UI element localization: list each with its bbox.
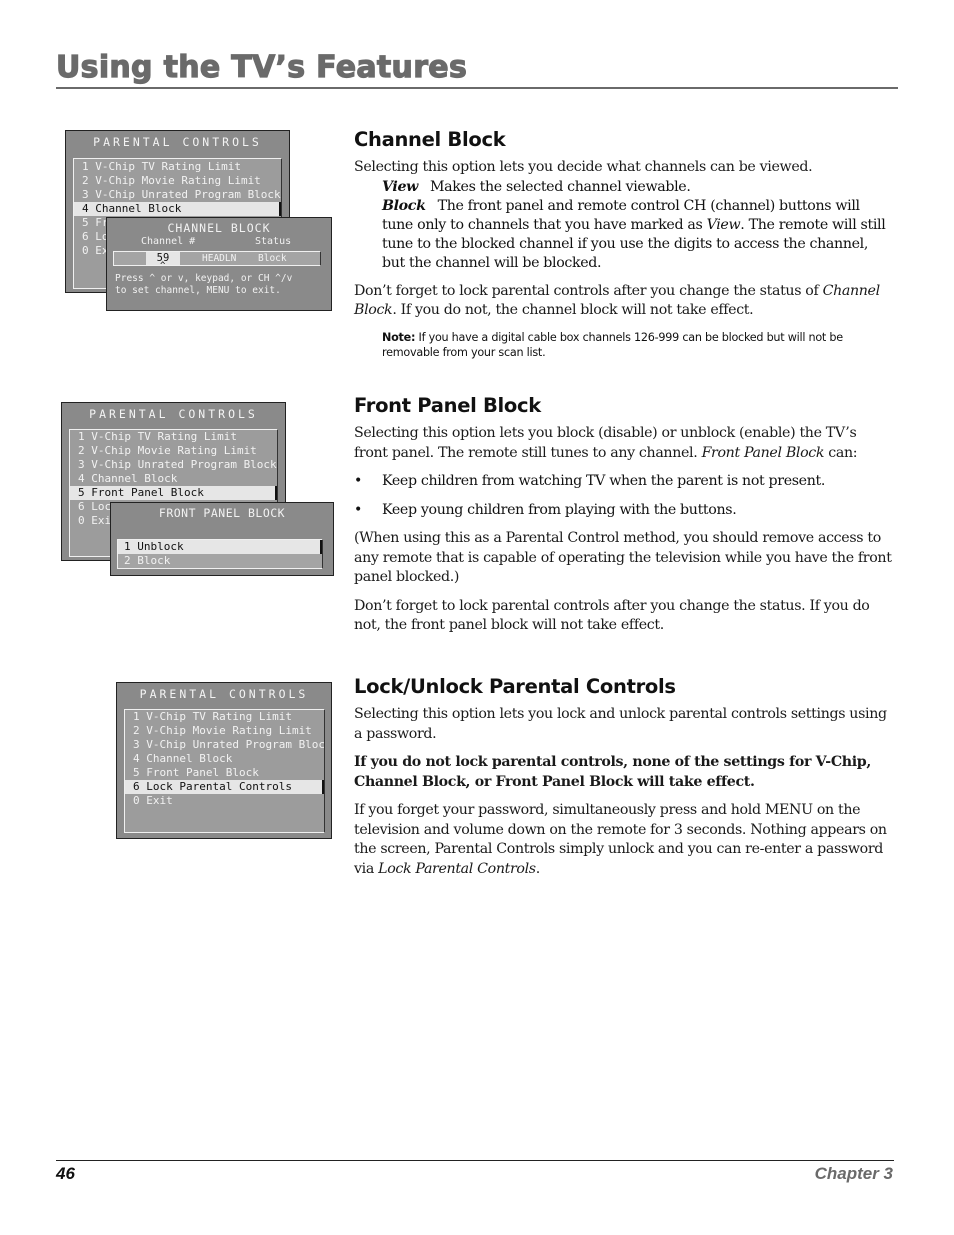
note-label: Note: bbox=[382, 330, 416, 344]
text: Don’t forget to lock parental controls a… bbox=[354, 282, 823, 299]
section-heading: Front Panel Block bbox=[354, 394, 541, 417]
note: Note: If you have a digital cable box ch… bbox=[382, 330, 894, 361]
osd-menu-item[interactable]: 5 Front Panel Block bbox=[125, 766, 324, 780]
text: . If you do not, the channel block will … bbox=[392, 302, 754, 318]
page-number: 46 bbox=[56, 1164, 75, 1183]
text-italic: Front Panel Block bbox=[701, 444, 825, 461]
definition-block: Block The front panel and remote control … bbox=[354, 197, 894, 273]
text: can: bbox=[824, 444, 858, 461]
osd-help-line: Press ^ or v, keypad, or CH ^/v bbox=[115, 273, 293, 284]
paragraph: Don’t forget to lock parental controls a… bbox=[354, 597, 870, 634]
osd-submenu-title: FRONT PANEL BLOCK bbox=[158, 506, 286, 520]
osd-menu-item-selected[interactable]: 6 Lock Parental Controls bbox=[125, 780, 324, 794]
text-italic: Lock Parental Controls bbox=[378, 860, 536, 877]
osd-menu-item-selected[interactable]: 5 Front Panel Block bbox=[70, 486, 277, 500]
footer-rule bbox=[56, 1160, 894, 1161]
section-channel-block: Channel Block Selecting this option lets… bbox=[354, 128, 894, 361]
osd-help-text: Press ^ or v, keypad, or CH ^/v to set ch… bbox=[115, 273, 292, 297]
paragraph: Selecting this option lets you decide wh… bbox=[354, 159, 813, 175]
section-front-panel-block: Front Panel Block Selecting this option … bbox=[354, 394, 894, 636]
text: . bbox=[535, 860, 541, 877]
osd-front-panel-submenu: FRONT PANEL BLOCK 1 Unblock 2 Block bbox=[110, 502, 334, 576]
osd-menu-item[interactable]: 3 V-Chip Unrated Program Block bbox=[70, 458, 277, 472]
osd-menu-item[interactable]: 2 V-Chip Movie Rating Limit bbox=[125, 724, 324, 738]
channel-row[interactable]: 59 ^ HEADLN Block bbox=[113, 251, 321, 271]
section-heading: Lock/Unlock Parental Controls bbox=[354, 675, 676, 698]
channel-column-header: Channel # bbox=[141, 236, 196, 247]
definition-term: Block bbox=[382, 197, 426, 214]
osd-menu-item[interactable]: 3 V-Chip Unrated Program Block bbox=[125, 738, 324, 752]
osd-channel-block-submenu: CHANNEL BLOCK Channel # Status 59 ^ HEAD… bbox=[106, 217, 332, 311]
osd-menu-title: PARENTAL CONTROLS bbox=[93, 135, 262, 149]
paragraph: If you forget your password, simultaneou… bbox=[354, 801, 894, 879]
note-text: If you have a digital cable box channels… bbox=[382, 330, 843, 360]
osd-menu-item[interactable]: 2 V-Chip Movie Rating Limit bbox=[74, 174, 281, 188]
definition-text-italic: View bbox=[706, 216, 741, 233]
bullet-item: • Keep children from watching TV when the… bbox=[354, 472, 894, 492]
bullet-item: • Keep young children from playing with t… bbox=[354, 501, 894, 521]
option-block[interactable]: 2 Block bbox=[118, 554, 322, 568]
status-column-header: Status bbox=[255, 236, 292, 247]
paragraph: Selecting this option lets you lock and … bbox=[354, 706, 887, 742]
channel-status[interactable]: Block bbox=[258, 252, 287, 265]
osd-menu-item[interactable]: 3 V-Chip Unrated Program Block bbox=[74, 188, 281, 202]
osd-submenu-title: CHANNEL BLOCK bbox=[167, 221, 271, 235]
caret-icon: ^ bbox=[160, 261, 166, 271]
section-heading: Channel Block bbox=[354, 128, 506, 151]
bullet-text: Keep children from watching TV when the … bbox=[382, 473, 826, 489]
station-name: HEADLN bbox=[202, 253, 237, 264]
bullet-text: Keep young children from playing with th… bbox=[382, 501, 737, 518]
osd-menu-item[interactable]: 1 V-Chip TV Rating Limit bbox=[70, 430, 277, 444]
osd-menu-item[interactable]: 1 V-Chip TV Rating Limit bbox=[125, 710, 324, 724]
osd-menu-item[interactable]: 4 Channel Block bbox=[70, 472, 277, 486]
osd-help-line: to set channel, MENU to exit. bbox=[115, 285, 281, 296]
front-panel-options: 1 Unblock 2 Block bbox=[117, 539, 323, 569]
warning-paragraph: If you do not lock parental controls, no… bbox=[354, 754, 871, 790]
paragraph: Don’t forget to lock parental controls a… bbox=[354, 282, 894, 321]
chapter-label: Chapter 3 bbox=[814, 1164, 893, 1183]
osd-menu-item[interactable]: 0 Exit bbox=[125, 794, 324, 808]
bullet-icon: • bbox=[354, 501, 363, 518]
section-lock-unlock: Lock/Unlock Parental Controls Selecting … bbox=[354, 675, 894, 879]
page-title: Using the TV’s Features bbox=[55, 49, 468, 85]
bullet-icon: • bbox=[354, 473, 363, 489]
osd-menu-item-selected[interactable]: 4 Channel Block bbox=[74, 202, 281, 216]
osd-menu-title: PARENTAL CONTROLS bbox=[139, 687, 309, 701]
definition-view: View Makes the selected channel viewable. bbox=[354, 178, 894, 197]
osd-menu-item[interactable]: 4 Channel Block bbox=[125, 752, 324, 766]
osd-menu-item[interactable]: 1 V-Chip TV Rating Limit bbox=[74, 160, 281, 174]
option-unblock[interactable]: 1 Unblock bbox=[118, 540, 322, 554]
osd-parental-controls-lock: PARENTAL CONTROLS 1 V-Chip TV Rating Lim… bbox=[116, 682, 332, 839]
title-rule bbox=[56, 87, 898, 89]
osd-menu-title: PARENTAL CONTROLS bbox=[89, 407, 258, 421]
definition-term: View bbox=[382, 178, 418, 195]
paragraph: (When using this as a Parental Control m… bbox=[354, 530, 892, 585]
osd-menu-list: 1 V-Chip TV Rating Limit 2 V-Chip Movie … bbox=[124, 709, 325, 833]
definition-text: Makes the selected channel viewable. bbox=[430, 178, 691, 195]
osd-menu-item[interactable]: 2 V-Chip Movie Rating Limit bbox=[70, 444, 277, 458]
paragraph: Selecting this option lets you block (di… bbox=[354, 424, 894, 463]
